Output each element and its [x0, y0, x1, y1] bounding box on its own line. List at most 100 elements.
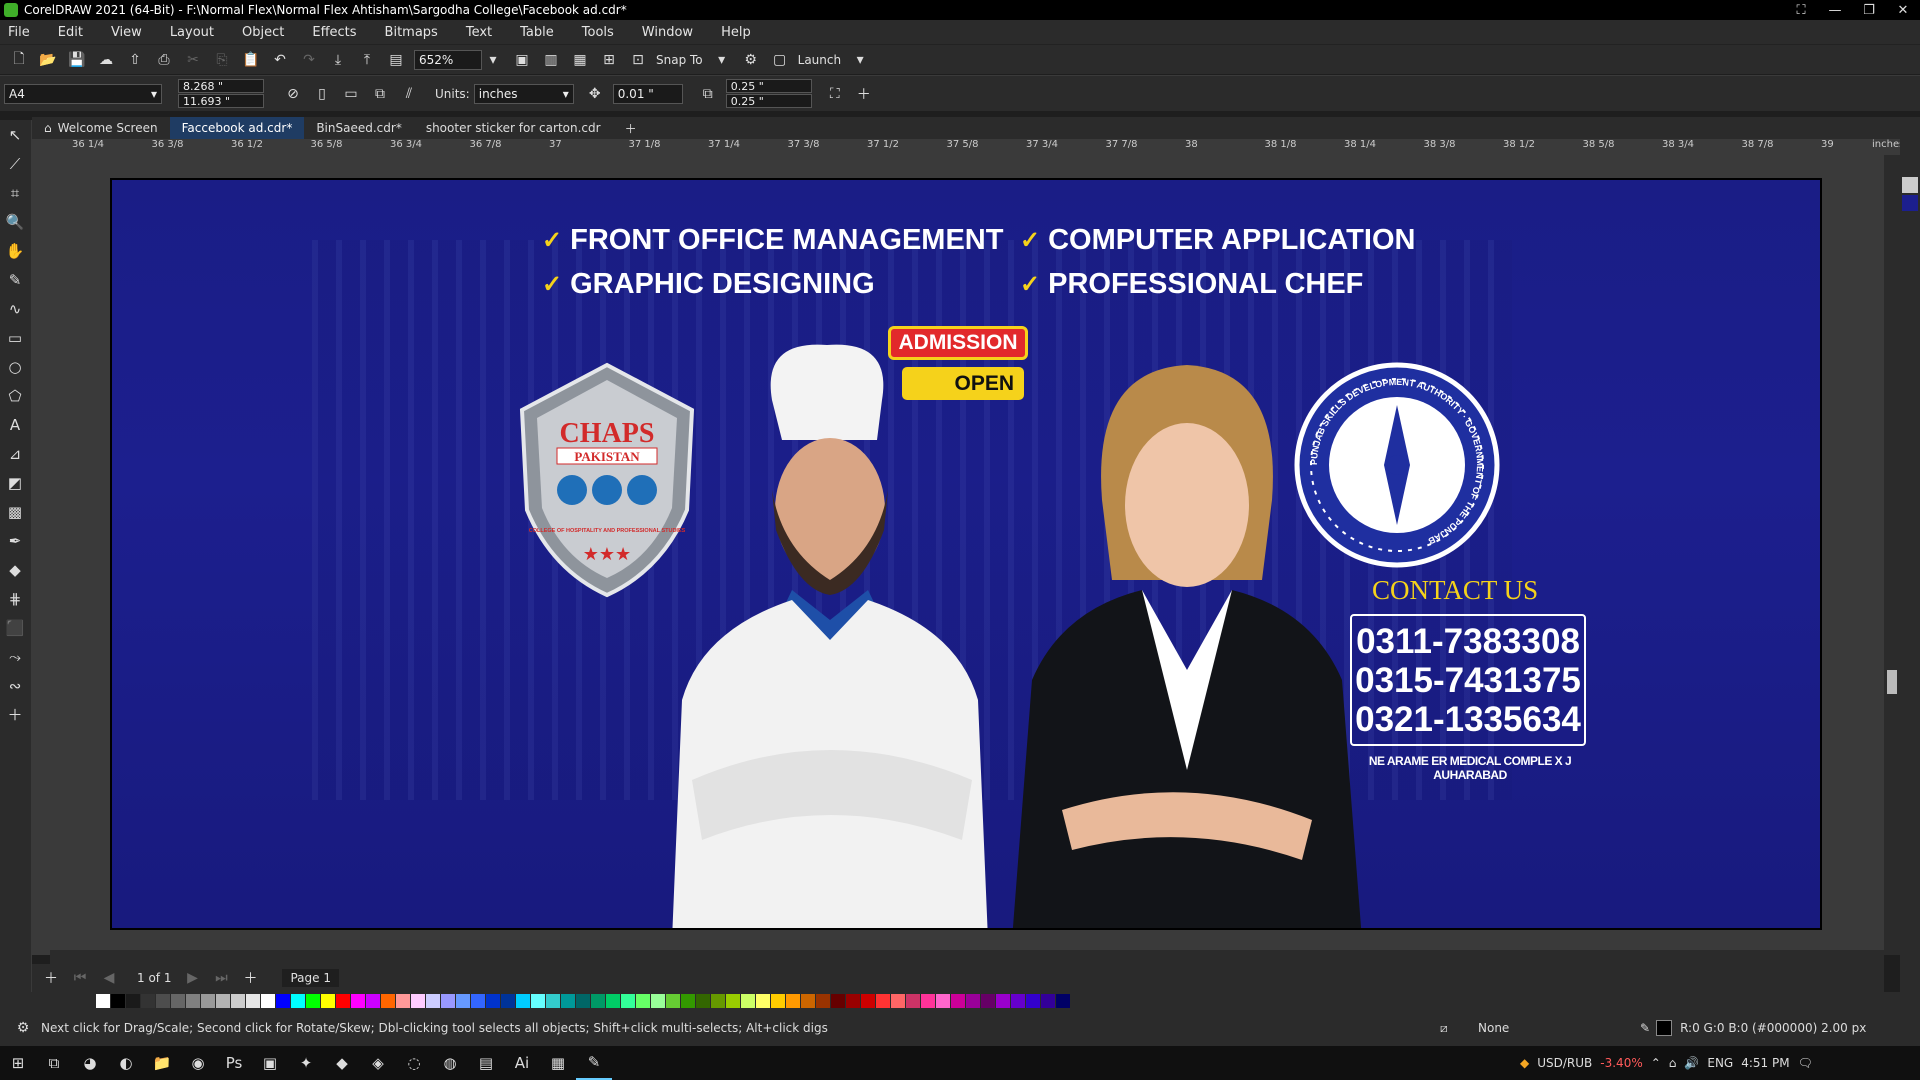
color-swatch[interactable] [141, 994, 155, 1008]
color-swatch[interactable] [996, 994, 1010, 1008]
page-tab-1[interactable]: Page 1 [282, 969, 339, 987]
parallel-dimension-icon[interactable]: ⊿ [0, 439, 30, 468]
next-page-icon[interactable]: ▶ [181, 967, 203, 989]
color-swatch[interactable] [726, 994, 740, 1008]
color-swatch[interactable] [426, 994, 440, 1008]
color-swatch[interactable] [711, 994, 725, 1008]
ellipse-tool-icon[interactable]: ○ [0, 352, 30, 381]
show-grid-icon[interactable]: ▦ [569, 49, 591, 71]
add-page-icon[interactable]: ＋ [40, 967, 62, 989]
nudge-distance-input[interactable]: 0.01 " [612, 83, 683, 104]
color-swatch[interactable] [621, 994, 635, 1008]
color-swatch[interactable] [366, 994, 380, 1008]
color-swatch[interactable] [846, 994, 860, 1008]
color-swatch[interactable] [816, 994, 830, 1008]
zoom-tool-icon[interactable]: 🔍 [0, 207, 30, 236]
color-swatch[interactable] [951, 994, 965, 1008]
color-swatch[interactable] [546, 994, 560, 1008]
color-swatch[interactable] [351, 994, 365, 1008]
show-guidelines-icon[interactable]: ⊞ [598, 49, 620, 71]
portrait-icon[interactable]: ▯ [311, 83, 333, 105]
account-icon[interactable]: ⛶ [1784, 0, 1818, 20]
color-swatch[interactable] [411, 994, 425, 1008]
facebook-ad-artwork[interactable]: ✓ FRONT OFFICE MANAGEMENT ✓ GRAPHIC DESIGN… [110, 178, 1822, 930]
color-swatch[interactable] [126, 994, 140, 1008]
color-swatch[interactable] [876, 994, 890, 1008]
app-icon[interactable]: ▣ [252, 1046, 288, 1080]
print-icon[interactable]: ⎙ [153, 49, 175, 71]
menu-bitmaps[interactable]: Bitmaps [385, 25, 438, 40]
copy-icon[interactable]: ⎘ [211, 49, 233, 71]
no-fill-swatch[interactable] [1902, 177, 1918, 193]
cloud-upload-icon[interactable]: ⇧ [124, 49, 146, 71]
artistic-media-icon[interactable]: ∿ [0, 294, 30, 323]
chrome-icon[interactable]: ◉ [180, 1046, 216, 1080]
current-color-swatch[interactable] [1902, 195, 1918, 211]
page-width-input[interactable]: 8.268 " [178, 79, 264, 93]
interactive-fill-icon[interactable]: ◆ [0, 555, 30, 584]
eyedropper-icon[interactable]: ✒ [0, 526, 30, 555]
color-swatch[interactable] [981, 994, 995, 1008]
paste-icon[interactable]: 📋 [240, 49, 262, 71]
open-icon[interactable]: 📂 [37, 49, 59, 71]
status-gear-icon[interactable]: ⚙ [12, 1017, 34, 1039]
tab-binsaeed[interactable]: BinSaeed.cdr* [304, 117, 414, 139]
transparency-icon[interactable]: ▩ [0, 497, 30, 526]
show-rulers-icon[interactable]: ▥ [540, 49, 562, 71]
color-swatch[interactable] [741, 994, 755, 1008]
undo-icon[interactable]: ↶ [269, 49, 291, 71]
color-swatch[interactable] [156, 994, 170, 1008]
app-icon[interactable]: ◆ [324, 1046, 360, 1080]
menu-file[interactable]: File [8, 25, 30, 40]
mesh-fill-icon[interactable]: ⋕ [0, 584, 30, 613]
add-page-after-icon[interactable]: ＋ [239, 967, 261, 989]
tab-facebook-ad[interactable]: Faccebook ad.cdr* [169, 117, 305, 139]
add-icon[interactable]: ＋ [853, 83, 875, 105]
units-select[interactable]: inches ▾ [473, 83, 574, 104]
illustrator-icon[interactable]: Ai [504, 1046, 540, 1080]
notification-icon[interactable]: 🗨 [1798, 1056, 1813, 1070]
color-swatch[interactable] [606, 994, 620, 1008]
color-swatch[interactable] [861, 994, 875, 1008]
bleed-icon[interactable]: ⫽ [398, 83, 420, 105]
color-swatch[interactable] [1056, 994, 1070, 1008]
color-swatch[interactable] [111, 994, 125, 1008]
app-icon[interactable]: ▦ [540, 1046, 576, 1080]
page-layout-icon[interactable]: ⧉ [369, 83, 391, 105]
color-swatch[interactable] [171, 994, 185, 1008]
connector-tool-icon[interactable]: ⤳ [0, 642, 30, 671]
prev-page-icon[interactable]: ◀ [98, 967, 120, 989]
minimize-button[interactable]: — [1818, 0, 1852, 20]
menu-effects[interactable]: Effects [312, 25, 356, 40]
color-swatch[interactable] [501, 994, 515, 1008]
horizontal-scrollbar[interactable] [50, 950, 1884, 964]
color-swatch[interactable] [681, 994, 695, 1008]
pick-tool-icon[interactable]: ↖ [0, 120, 30, 149]
full-screen-icon[interactable]: ▣ [511, 49, 533, 71]
color-swatch[interactable] [471, 994, 485, 1008]
ticker-label[interactable]: USD/RUB [1537, 1056, 1592, 1070]
vertical-scrollbar[interactable] [1884, 155, 1900, 955]
rectangle-tool-icon[interactable]: ▭ [0, 323, 30, 352]
launch-dropdown[interactable]: Launch [798, 53, 841, 67]
color-swatch[interactable] [1041, 994, 1055, 1008]
color-swatch[interactable] [786, 994, 800, 1008]
launch-dropdown-icon[interactable]: ▾ [849, 49, 871, 71]
tab-welcome-screen[interactable]: ⌂ Welcome Screen [32, 117, 170, 139]
options-gear-icon[interactable]: ⚙ [740, 49, 762, 71]
volume-icon[interactable]: 🔊 [1684, 1056, 1699, 1070]
page-size-select[interactable]: A4 ▾ [4, 83, 162, 104]
redo-icon[interactable]: ↷ [298, 49, 320, 71]
export-icon[interactable]: ⤒ [356, 49, 378, 71]
snap-to-dropdown[interactable]: Snap To [656, 53, 703, 67]
color-swatch[interactable] [216, 994, 230, 1008]
network-icon[interactable]: ⌂ [1669, 1056, 1677, 1070]
menu-layout[interactable]: Layout [170, 25, 214, 40]
color-swatch[interactable] [201, 994, 215, 1008]
duplicate-x-input[interactable]: 0.25 " [725, 79, 812, 93]
first-page-icon[interactable]: ⏮ [69, 967, 91, 989]
color-swatch[interactable] [651, 994, 665, 1008]
import-icon[interactable]: ⤓ [327, 49, 349, 71]
language-indicator[interactable]: ENG [1707, 1056, 1733, 1070]
freehand-tool-icon[interactable]: ✎ [0, 265, 30, 294]
